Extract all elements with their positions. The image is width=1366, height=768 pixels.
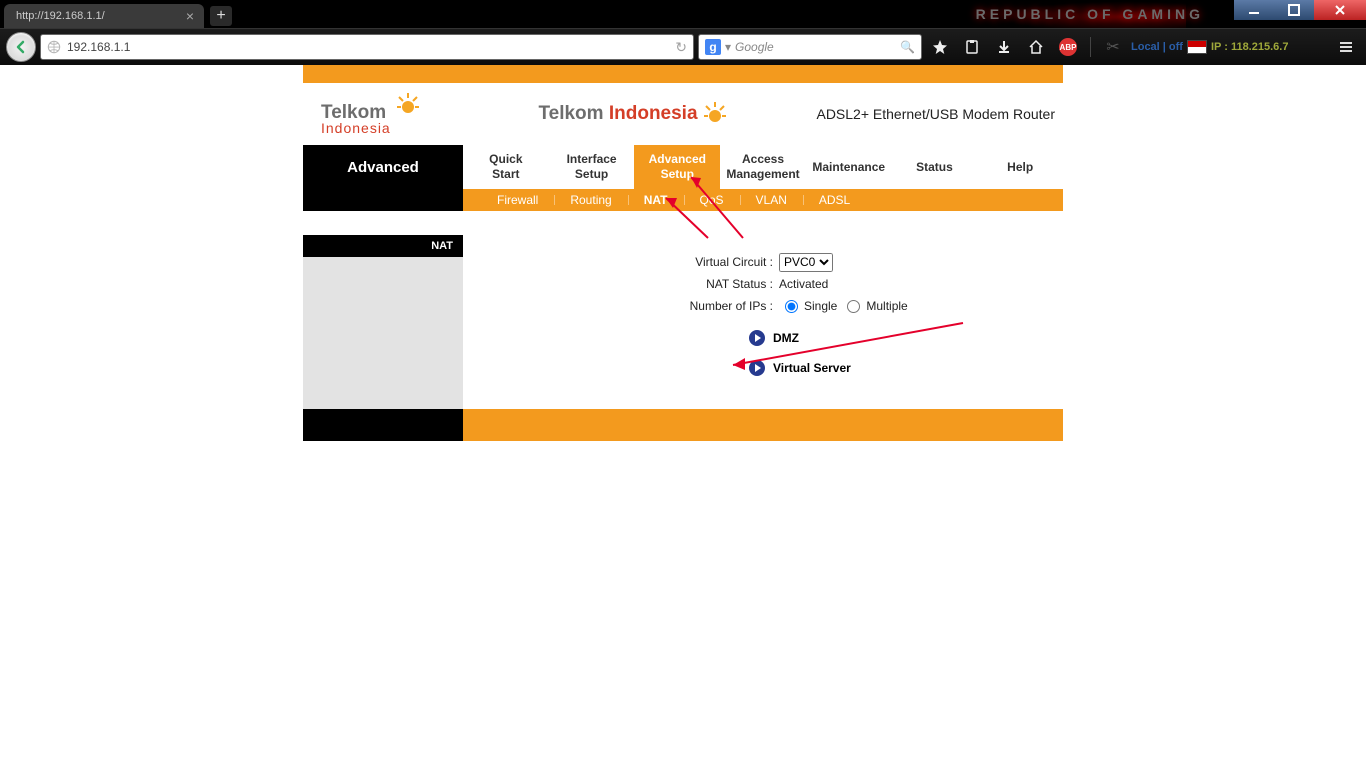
router-admin-panel: Telkom Indonesia Telkom Indonesia ADSL2+… [303, 65, 1063, 441]
clipboard-icon[interactable] [962, 37, 982, 57]
flag-icon [1187, 40, 1207, 54]
sub-nav: Firewall Routing NAT QoS VLAN ADSL [303, 189, 1063, 211]
tab-access-management[interactable]: AccessManagement [720, 145, 806, 189]
new-tab-button[interactable]: + [210, 6, 232, 26]
globe-icon [47, 40, 61, 54]
back-button[interactable] [6, 32, 36, 62]
ip-address-label: IP : 118.215.6.7 [1211, 41, 1288, 53]
search-icon[interactable]: 🔍 [900, 40, 915, 54]
logo-row: Telkom Indonesia Telkom Indonesia ADSL2+… [303, 83, 1063, 145]
logo-center: Telkom Indonesia [481, 101, 785, 127]
nat-panel: Virtual Circuit : PVC0 NAT Status : Acti… [463, 235, 1063, 409]
top-orange-bar [303, 65, 1063, 83]
subnav-adsl[interactable]: ADSL [803, 193, 866, 207]
ips-multiple-radio[interactable] [847, 300, 860, 313]
side-fill [303, 257, 463, 409]
tab-advanced-setup[interactable]: AdvancedSetup [634, 145, 720, 189]
vc-label: Virtual Circuit : [463, 255, 779, 269]
ips-single-text: Single [804, 299, 837, 313]
subnav-qos[interactable]: QoS [684, 193, 740, 207]
brand-grey-2: Telkom [538, 103, 603, 124]
toolbar-separator [1090, 37, 1091, 57]
tab-quick-start[interactable]: QuickStart [463, 145, 549, 189]
virtual-server-link-row: Virtual Server [463, 353, 1063, 383]
sun-icon-2 [702, 101, 728, 127]
ips-single-radio[interactable] [785, 300, 798, 313]
proxy-status[interactable]: Local | off [1131, 41, 1183, 53]
google-icon: g [705, 39, 721, 55]
url-text: 192.168.1.1 [67, 40, 130, 54]
scissors-icon[interactable]: ✂ [1103, 37, 1123, 57]
dmz-link[interactable]: DMZ [773, 331, 799, 345]
main-nav: Advanced QuickStart InterfaceSetup Advan… [303, 145, 1063, 189]
ips-label: Number of IPs : [463, 299, 779, 313]
page-viewport: Telkom Indonesia Telkom Indonesia ADSL2+… [0, 65, 1366, 441]
virtual-server-link[interactable]: Virtual Server [773, 361, 851, 375]
window-close-button[interactable] [1314, 0, 1366, 20]
subnav-routing[interactable]: Routing [554, 193, 627, 207]
content-row: NAT Virtual Circuit : PVC0 NAT Status : [303, 235, 1063, 409]
search-placeholder: Google [735, 40, 774, 54]
browser-tab-title: http://192.168.1.1/ [16, 10, 105, 22]
window-titlebar: http://192.168.1.1/ + REPUBLIC OF GAMING [0, 0, 1366, 28]
tab-help[interactable]: Help [977, 145, 1063, 189]
subnav-vlan[interactable]: VLAN [740, 193, 803, 207]
device-title: ADSL2+ Ethernet/USB Modem Router [785, 106, 1063, 122]
refresh-icon[interactable]: ↻ [675, 39, 687, 56]
virtual-circuit-select[interactable]: PVC0 [779, 253, 833, 272]
side-header: NAT [303, 235, 463, 257]
tab-status[interactable]: Status [892, 145, 978, 189]
downloads-icon[interactable] [994, 37, 1014, 57]
play-icon-2 [749, 360, 765, 376]
brand-red-2: Indonesia [609, 103, 698, 124]
window-maximize-button[interactable] [1274, 0, 1314, 20]
bookmark-star-icon[interactable] [930, 37, 950, 57]
subnav-nat[interactable]: NAT [628, 193, 684, 207]
tab-interface-setup[interactable]: InterfaceSetup [549, 145, 635, 189]
search-bar[interactable]: g ▾ Google 🔍 [698, 34, 922, 60]
adblock-icon[interactable]: ABP [1058, 37, 1078, 57]
logo-left: Telkom Indonesia [303, 92, 481, 136]
rog-brand-text: REPUBLIC OF GAMING [976, 6, 1204, 22]
play-icon [749, 330, 765, 346]
bottom-bar [303, 409, 1063, 441]
tab-maintenance[interactable]: Maintenance [806, 145, 892, 189]
home-icon[interactable] [1026, 37, 1046, 57]
nat-status-label: NAT Status : [463, 277, 779, 291]
section-title: Advanced [303, 145, 463, 189]
ips-multiple-text: Multiple [866, 299, 907, 313]
browser-tab[interactable]: http://192.168.1.1/ [4, 4, 204, 28]
side-column: NAT [303, 235, 463, 409]
window-minimize-button[interactable] [1234, 0, 1274, 20]
subnav-firewall[interactable]: Firewall [481, 193, 554, 207]
sun-icon [395, 92, 421, 118]
nat-status-value: Activated [779, 277, 828, 291]
menu-icon[interactable] [1336, 37, 1356, 57]
dmz-link-row: DMZ [463, 323, 1063, 353]
browser-toolbar: 192.168.1.1 ↻ g ▾ Google 🔍 ABP ✂ Local |… [0, 28, 1366, 65]
url-bar[interactable]: 192.168.1.1 ↻ [40, 34, 694, 60]
